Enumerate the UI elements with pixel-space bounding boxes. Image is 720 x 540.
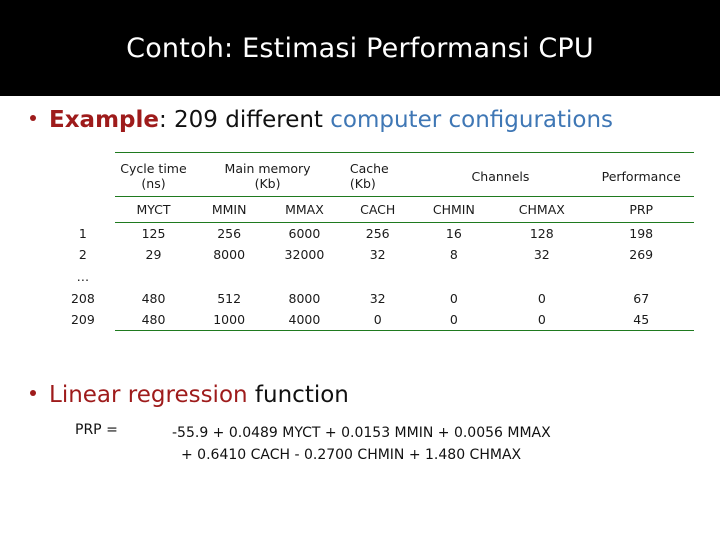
column-header-mmin: MMIN bbox=[192, 196, 266, 223]
bullet-linear-regression: Linear regression function bbox=[30, 382, 349, 408]
formula-line-2: + 0.6410 CACH - 0.2700 CHMIN + 1.480 CHM… bbox=[181, 447, 522, 463]
cell-prp: 269 bbox=[629, 247, 654, 262]
cell-mmax: 32000 bbox=[284, 247, 325, 262]
formula-label: PRP = bbox=[75, 422, 118, 438]
group-header-cycle-time-line2: (ns) bbox=[141, 176, 166, 191]
row-index: 208 bbox=[60, 288, 115, 309]
cell-myct bbox=[115, 265, 193, 288]
bullet-dot-icon bbox=[30, 115, 36, 121]
cell-cach: 0 bbox=[342, 309, 413, 331]
bullet-regression-lead: Linear regression bbox=[49, 382, 248, 408]
cell-myct: 480 bbox=[114, 309, 193, 331]
cell-mmax bbox=[266, 265, 343, 288]
group-header-performance: Performance bbox=[588, 152, 694, 197]
cell-chmax: 0 bbox=[495, 309, 589, 331]
row-index-ellipsis: … bbox=[60, 265, 115, 288]
page-title: Contoh: Estimasi Performansi CPU bbox=[126, 32, 594, 64]
cell-cach: 32 bbox=[369, 291, 386, 306]
group-header-channels-line1: Channels bbox=[471, 168, 530, 184]
bullet-dot-icon bbox=[30, 390, 36, 396]
cell-prp: 67 bbox=[633, 291, 650, 306]
table-group-header-row: Cycle time (ns) Main memory (Kb) Cache (… bbox=[60, 152, 694, 197]
group-header-cycle-time: Cycle time (ns) bbox=[114, 152, 193, 197]
cell-cach: 256 bbox=[342, 222, 413, 244]
table-row-ellipsis: … bbox=[60, 265, 694, 288]
group-header-cache-line2: (Kb) bbox=[349, 176, 376, 191]
column-header-prp: PRP bbox=[588, 196, 694, 223]
cell-mmax: 4000 bbox=[266, 309, 343, 331]
bullet-regression-text: Linear regression function bbox=[49, 382, 349, 408]
cell-chmin: 8 bbox=[449, 247, 458, 262]
cell-mmin: 8000 bbox=[213, 247, 246, 262]
cell-prp bbox=[588, 265, 694, 288]
column-header-myct: MYCT bbox=[114, 196, 193, 223]
cell-chmin: 16 bbox=[412, 222, 496, 244]
cell-prp: 198 bbox=[588, 222, 694, 244]
column-header-mmax: MMAX bbox=[266, 196, 343, 223]
cell-chmin bbox=[413, 265, 496, 288]
title-banner: Contoh: Estimasi Performansi CPU bbox=[0, 0, 720, 96]
cell-chmin: 0 bbox=[449, 291, 458, 306]
formula-line-1: -55.9 + 0.0489 MYCT + 0.0153 MMIN + 0.00… bbox=[172, 425, 551, 441]
bullet-example-middle: : 209 different bbox=[158, 107, 331, 133]
group-header-main-memory-line2: (Kb) bbox=[254, 176, 281, 191]
group-header-cache: Cache (Kb) bbox=[342, 152, 413, 197]
table-corner-cell bbox=[60, 152, 115, 197]
group-header-cache-line1: Cache bbox=[349, 161, 389, 176]
column-header-chmin: CHMIN bbox=[412, 196, 496, 223]
group-header-cycle-time-line1: Cycle time bbox=[120, 161, 187, 176]
row-index: 209 bbox=[60, 309, 115, 331]
cell-myct: 29 bbox=[145, 247, 162, 262]
table-row: 208 480 512 8000 32 0 0 67 bbox=[60, 288, 694, 309]
formula-body: -55.9 + 0.0489 MYCT + 0.0153 MMIN + 0.00… bbox=[172, 422, 551, 466]
cell-cach: 32 bbox=[369, 247, 386, 262]
cell-mmax: 6000 bbox=[266, 222, 343, 244]
group-header-channels: Channels bbox=[412, 152, 589, 197]
bullet-example-highlight: computer configurations bbox=[330, 107, 614, 133]
cell-myct: 125 bbox=[114, 222, 193, 244]
cell-myct: 480 bbox=[141, 291, 166, 306]
bullet-example-text: Example: 209 different computer configur… bbox=[49, 107, 613, 133]
cell-mmin: 1000 bbox=[192, 309, 266, 331]
cpu-data-table: Cycle time (ns) Main memory (Kb) Cache (… bbox=[60, 152, 694, 331]
cell-chmax: 32 bbox=[533, 247, 550, 262]
bullet-example: Example: 209 different computer configur… bbox=[30, 107, 613, 133]
cell-mmin: 512 bbox=[217, 291, 242, 306]
cell-chmax: 128 bbox=[495, 222, 589, 244]
cell-chmax: 0 bbox=[537, 291, 546, 306]
group-header-main-memory-line1: Main memory bbox=[224, 161, 311, 176]
cell-chmin: 0 bbox=[412, 309, 496, 331]
row-index: 1 bbox=[60, 222, 115, 244]
table-row: 2 29 8000 32000 32 8 32 269 bbox=[60, 244, 694, 265]
group-header-performance-line1: Performance bbox=[601, 168, 681, 184]
cell-mmax: 8000 bbox=[288, 291, 321, 306]
cell-cach bbox=[343, 265, 413, 288]
cell-mmin bbox=[192, 265, 266, 288]
bullet-example-lead: Example bbox=[49, 107, 159, 133]
table-row: 209 480 1000 4000 0 0 0 45 bbox=[60, 309, 694, 331]
table-row: 1 125 256 6000 256 16 128 198 bbox=[60, 222, 694, 244]
cell-chmax bbox=[495, 265, 588, 288]
column-header-chmax: CHMAX bbox=[495, 196, 589, 223]
table-column-header-row: MYCT MMIN MMAX CACH CHMIN CHMAX PRP bbox=[60, 196, 694, 223]
table-corner-cell-2 bbox=[60, 196, 115, 223]
cell-prp: 45 bbox=[588, 309, 694, 331]
bullet-regression-rest: function bbox=[247, 382, 349, 408]
column-header-cach: CACH bbox=[342, 196, 413, 223]
row-index: 2 bbox=[60, 244, 115, 265]
group-header-main-memory: Main memory (Kb) bbox=[192, 152, 343, 197]
cell-mmin: 256 bbox=[192, 222, 266, 244]
